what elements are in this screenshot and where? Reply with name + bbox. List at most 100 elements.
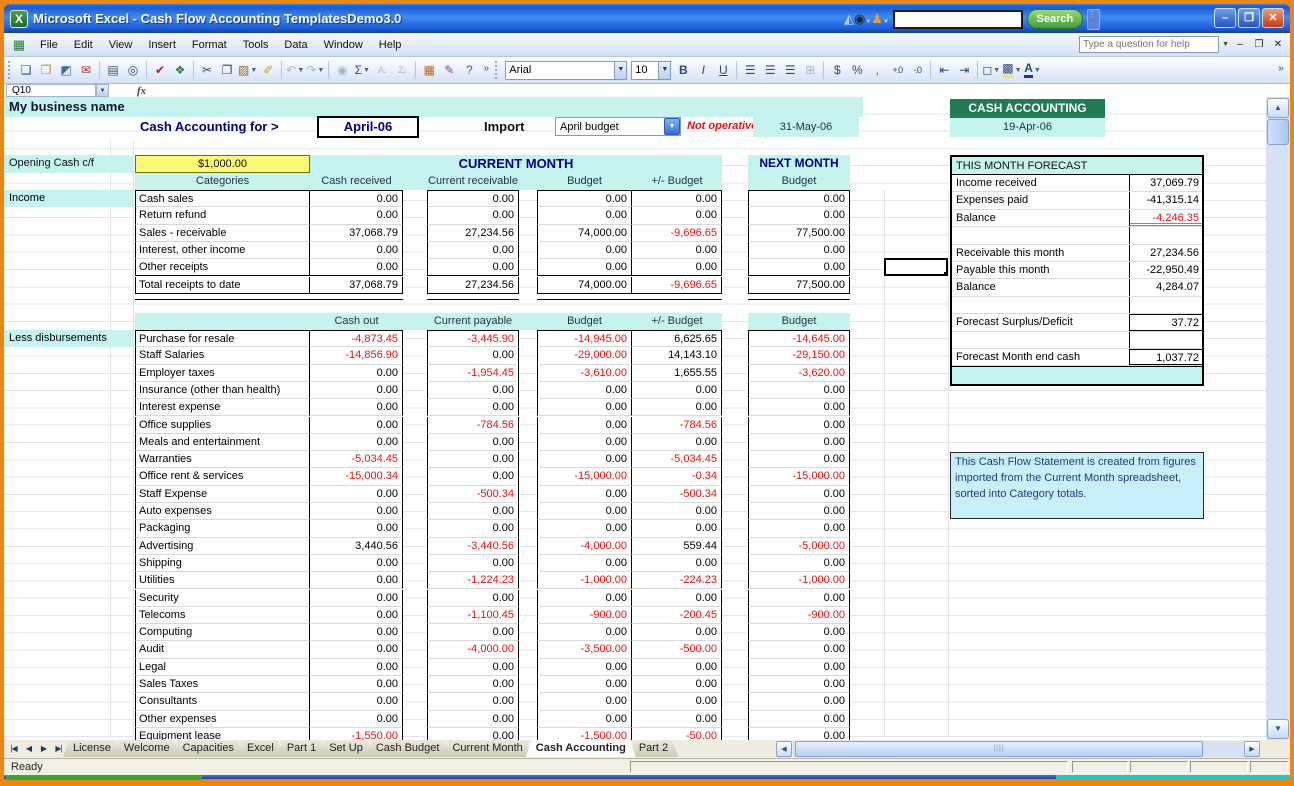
search-input[interactable] [893,10,1023,29]
assistant-icon[interactable]: ♟ [871,11,883,26]
forecast-value[interactable]: 1,037.72 [1130,349,1202,365]
cell[interactable]: 0.00 [748,242,850,259]
cell[interactable]: -500.34 [632,486,722,503]
cell[interactable]: Audit [135,641,310,658]
opening-cash-cell[interactable]: $1,000.00 [135,155,310,173]
name-box[interactable]: Q10 [6,84,96,97]
cell[interactable]: 0.00 [310,417,403,434]
cell[interactable]: Security [135,590,310,607]
cell[interactable]: 0.00 [632,503,722,520]
cell[interactable]: -3,440.56 [427,538,519,555]
cell[interactable]: 0.00 [427,207,519,224]
open-icon[interactable]: ❒ [36,60,56,80]
cell[interactable]: -3,500.00 [537,641,632,658]
spelling-icon[interactable]: ✔ [150,60,170,80]
decrease-indent-icon[interactable]: ⇤ [934,60,954,80]
cell[interactable]: Office supplies [135,417,310,434]
cell[interactable]: 0.00 [537,207,632,224]
cell[interactable]: 0.00 [537,382,632,399]
redo-icon[interactable]: ↷▼ [305,60,325,80]
cell[interactable]: 0.00 [537,711,632,728]
forecast-value[interactable]: 4,284.07 [1130,279,1202,295]
cell[interactable]: 0.00 [537,676,632,693]
percent-style-icon[interactable]: % [847,60,867,80]
cell[interactable]: 37,068.79 [310,225,403,242]
cell[interactable]: 0.00 [537,451,632,468]
menu-tools[interactable]: Tools [235,35,277,55]
cell[interactable]: -0.34 [632,468,722,485]
cell[interactable]: Other expenses [135,711,310,728]
cell[interactable]: -200.45 [632,607,722,624]
cell[interactable]: Interest expense [135,399,310,416]
cell[interactable]: 0.00 [310,555,403,572]
forecast-value[interactable] [1130,297,1202,313]
cell[interactable]: 0.00 [632,590,722,607]
cell[interactable]: 0.00 [537,399,632,416]
cell[interactable]: 0.00 [748,382,850,399]
cell[interactable]: -1,550.00 [310,728,403,740]
cell[interactable]: Auto expenses [135,503,310,520]
menu-edit[interactable]: Edit [66,35,101,55]
sort-descending-icon[interactable]: Z↓ [392,60,412,80]
cell[interactable]: Advertising [135,538,310,555]
cell[interactable]: Computing [135,624,310,641]
horizontal-scrollbar-track[interactable]: |||| [793,741,1243,757]
comma-style-icon[interactable]: , [867,60,887,80]
cell[interactable]: -1,224.23 [427,572,519,589]
cell[interactable]: Equipment lease [135,728,310,740]
cell[interactable]: 0.00 [537,259,632,276]
cell[interactable]: 0.00 [427,693,519,710]
forecast-value[interactable] [1130,332,1202,348]
cell[interactable]: -1,954.45 [427,365,519,382]
help-dropdown-icon[interactable]: ▼ [1222,41,1229,48]
cell[interactable]: 0.00 [632,624,722,641]
autosum-icon[interactable]: Σ▼ [352,60,372,80]
forecast-value[interactable]: -41,315.14 [1130,192,1202,208]
column-header[interactable]: Budget [567,313,602,330]
save-icon[interactable]: ◩ [56,60,76,80]
cell[interactable]: 0.00 [632,555,722,572]
cell[interactable]: 0.00 [427,451,519,468]
cell[interactable]: 27,234.56 [427,225,519,242]
next-date-cell[interactable]: 31-May-06 [753,117,859,137]
cell[interactable]: -29,000.00 [537,347,632,364]
research-icon[interactable]: ❖ [170,60,190,80]
expense-section-label[interactable]: Less disbursements [4,330,133,347]
menu-file[interactable]: File [32,35,66,55]
sort-ascending-icon[interactable]: A↓ [372,60,392,80]
cell[interactable]: Utilities [135,572,310,589]
cell[interactable]: 0.00 [748,503,850,520]
forecast-label[interactable] [952,297,1130,313]
cell[interactable]: Staff Expense [135,486,310,503]
menu-window[interactable]: Window [316,35,371,55]
cell[interactable]: 0.00 [537,659,632,676]
chevron-down-icon[interactable]: ▼ [250,67,257,74]
underline-icon[interactable]: U [713,60,733,80]
column-header[interactable]: Budget [782,313,817,330]
sheet-tab-cash-accounting[interactable]: Cash Accounting [526,740,636,757]
cell[interactable]: -784.56 [632,417,722,434]
font-size-combo[interactable]: 10 ▼ [631,61,671,80]
currency-style-icon[interactable]: $ [827,60,847,80]
increase-indent-icon[interactable]: ⇥ [954,60,974,80]
insert-function-icon[interactable]: fx [137,85,146,97]
help-icon[interactable]: ? [459,60,479,80]
minimize-button[interactable]: – [1214,8,1236,28]
cell[interactable]: 0.00 [310,365,403,382]
toolbar-grip[interactable] [8,61,12,79]
column-header[interactable]: Current receivable [428,173,518,190]
column-header[interactable]: Categories [196,173,249,190]
sheet-tab-cash-budget[interactable]: Cash Budget [366,740,450,757]
cell[interactable]: 0.00 [310,590,403,607]
scroll-left-icon[interactable]: ◀ [776,741,792,757]
cell[interactable]: 0.00 [632,693,722,710]
cell[interactable]: 0.00 [748,451,850,468]
cell[interactable]: 0.00 [632,659,722,676]
column-header[interactable]: +/- Budget [651,313,702,330]
sheet-title-label[interactable]: Cash Accounting for > [140,119,279,134]
cell[interactable]: -784.56 [427,417,519,434]
cell[interactable]: Warranties [135,451,310,468]
cell[interactable]: 14,143.10 [632,347,722,364]
cell[interactable]: 0.00 [748,624,850,641]
forecast-label[interactable]: Payable this month [952,262,1130,278]
